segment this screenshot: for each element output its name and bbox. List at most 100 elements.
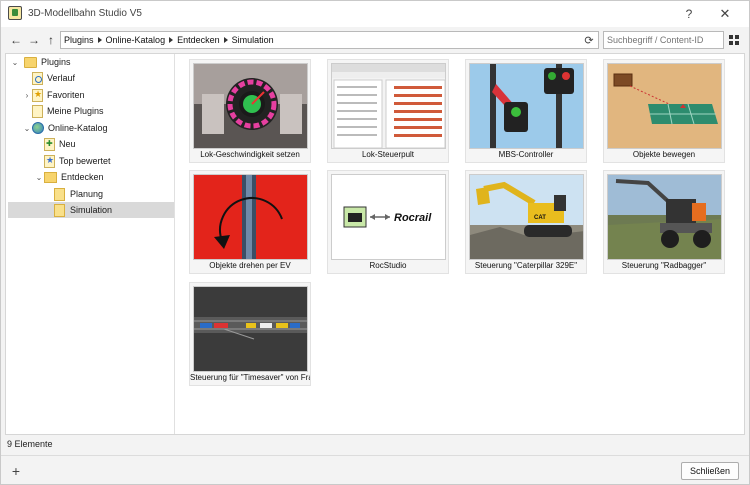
up-arrow-icon[interactable]: ↑ [43,32,59,48]
breadcrumb-item[interactable]: Online-Katalog [106,35,166,45]
tree-item-verlauf[interactable]: Verlauf [10,70,174,86]
plugin-card[interactable]: Lok-Steuerpult [327,59,449,163]
card-thumbnail: Rocrail [331,174,446,260]
breadcrumb-item[interactable]: Simulation [232,35,274,45]
move-objects-thumbnail [608,64,721,148]
plugin-card[interactable]: Lok-Geschwindigkeit setzen [189,59,311,163]
forward-arrow-icon[interactable]: → [26,32,42,48]
plugin-card[interactable]: Steuerung "Radbagger" [603,170,725,274]
signal-thumbnail [470,64,583,148]
plugin-card[interactable]: CAT Steuerung "Caterpillar 329E" [465,170,587,274]
card-thumbnail [607,63,722,149]
tree-item-label: Entdecken [61,172,104,182]
globe-icon [32,122,44,134]
dialog-footer: + Schließen [1,455,749,484]
chevron-down-icon[interactable]: ⌄ [22,120,32,136]
card-thumbnail [331,63,446,149]
card-thumbnail [193,286,308,372]
chevron-right-icon[interactable]: › [22,87,32,103]
card-title: RocStudio [369,261,407,270]
new-icon [44,137,55,151]
breadcrumb-item[interactable]: Plugins [64,35,94,45]
tree-item-label: Favoriten [47,90,85,100]
wheel-excavator-thumbnail [608,175,721,259]
plugin-grid: Lok-Geschwindigkeit setzen Lok-Steuerpul… [176,54,744,434]
card-thumbnail [607,174,722,260]
breadcrumb-item[interactable]: Entdecken [177,35,220,45]
tree-item-meine-plugins[interactable]: Meine Plugins [10,103,174,119]
card-title: Lok-Geschwindigkeit setzen [200,150,300,159]
card-title: Objekte drehen per EV [209,261,291,270]
back-arrow-icon[interactable]: ← [8,32,24,48]
card-thumbnail: CAT [469,174,584,260]
search-input[interactable] [603,31,724,49]
app-icon [8,6,22,20]
breadcrumb[interactable]: Plugins Online-Katalog Entdecken Simulat… [60,31,599,49]
plugin-card[interactable]: Objekte bewegen [603,59,725,163]
card-title: Steuerung "Caterpillar 329E" [474,261,578,270]
card-title: Objekte bewegen [632,150,696,159]
window-title: 3D-Modellbahn Studio V5 [28,8,142,19]
card-title: Lok-Steuerpult [361,150,415,159]
timesaver-thumbnail [194,287,307,371]
card-thumbnail [193,63,308,149]
tree-item-planung[interactable]: Planung [10,186,174,202]
plugin-card[interactable]: Rocrail RocStudio [327,170,449,274]
card-title: Steuerung für "Timesaver" von Franz [190,373,310,382]
main-content: ⌄ Plugins Verlauf › Favoriten [5,53,745,435]
card-thumbnail [469,63,584,149]
tree-item-neu[interactable]: Neu [10,136,174,152]
chevron-down-icon[interactable]: ⌄ [10,54,20,70]
excavator-thumbnail: CAT [470,175,583,259]
plugin-browser-window: 3D-Modellbahn Studio V5 ? ✕ ← → ↑ Plugin… [0,0,750,485]
rocstudio-thumbnail: Rocrail [332,175,445,259]
tree-item-label: Plugins [41,57,71,67]
add-icon[interactable]: + [9,463,23,479]
star-icon [32,88,43,102]
tree-item-plugins[interactable]: ⌄ Plugins [10,54,174,70]
tree-item-online-katalog[interactable]: ⌄ Online-Katalog [10,120,174,136]
tree-item-entdecken[interactable]: ⌄ Entdecken [10,169,174,185]
tree-item-label: Verlauf [47,73,76,83]
help-button[interactable]: ? [679,5,699,23]
control-panel-thumbnail [332,64,445,148]
category-tree: ⌄ Plugins Verlauf › Favoriten [6,54,175,434]
svg-text:CAT: CAT [534,215,546,221]
card-thumbnail [193,174,308,260]
tree-item-label: Neu [59,139,76,149]
top-rated-icon [44,154,55,168]
folder-open-icon [44,171,57,183]
tree-item-label: Planung [70,189,104,199]
tree-item-label: Online-Katalog [48,123,108,133]
tree-item-simulation[interactable]: Simulation [8,202,174,218]
tree-item-favoriten[interactable]: › Favoriten [10,87,174,103]
tree-item-label: Top bewertet [59,156,111,166]
plugin-card[interactable]: Steuerung für "Timesaver" von Franz [189,282,311,386]
title-bar: 3D-Modellbahn Studio V5 ? ✕ [1,1,749,27]
breadcrumb-separator-icon [223,37,228,43]
plugin-card[interactable]: MBS-Controller [465,59,587,163]
rotate-objects-thumbnail [194,175,307,259]
document-icon [32,104,43,118]
close-window-button[interactable]: ✕ [715,5,735,23]
folder-icon [24,56,37,68]
tree-item-label: Simulation [70,205,113,215]
history-icon [32,71,43,85]
status-count: 9 Elemente [7,439,53,449]
breadcrumb-separator-icon [169,37,174,43]
chevron-down-icon[interactable]: ⌄ [34,169,44,185]
refresh-icon[interactable]: ⟳ [583,34,595,47]
tree-item-label: Meine Plugins [47,106,104,116]
navigation-bar: ← → ↑ Plugins Online-Katalog Entdecken S… [1,28,749,52]
speed-gauge-thumbnail [194,64,307,148]
tree-item-top-bewertet[interactable]: Top bewertet [10,153,174,169]
folder-icon [54,187,65,201]
folder-icon [54,203,65,217]
breadcrumb-separator-icon [97,37,102,43]
grid-view-icon[interactable] [729,35,739,45]
svg-text:Rocrail: Rocrail [394,212,432,224]
card-title: MBS-Controller [498,150,554,159]
close-button[interactable]: Schließen [681,462,739,480]
card-title: Steuerung "Radbagger" [621,261,707,270]
plugin-card[interactable]: Objekte drehen per EV [189,170,311,274]
